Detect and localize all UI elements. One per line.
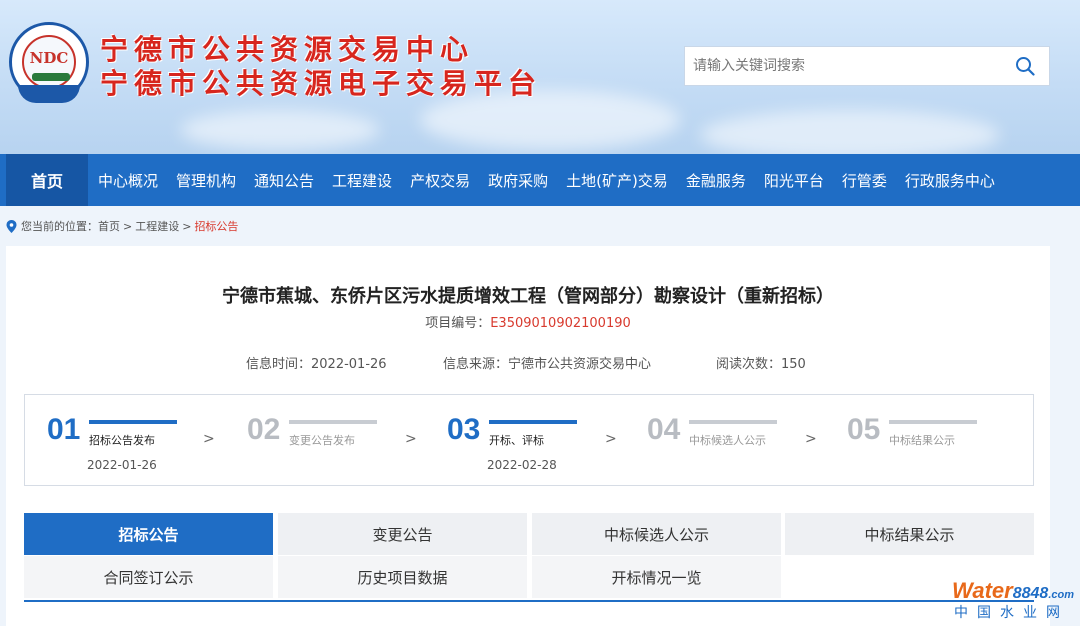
tab-award-result[interactable]: 中标结果公示 [785, 513, 1034, 555]
tab-change-announcement[interactable]: 变更公告 [278, 513, 527, 555]
step-label: 开标、评标 [489, 434, 544, 447]
step-label: 中标结果公示 [889, 434, 955, 447]
search-input[interactable] [685, 47, 1005, 85]
step-date: 2022-01-26 [87, 458, 157, 472]
watermark-brand-c: .com [1048, 589, 1075, 601]
site-logo[interactable]: NDC [9, 22, 89, 103]
step-number: 01 [47, 413, 81, 446]
step-number: 04 [647, 413, 681, 446]
tabs-underline [24, 600, 1034, 602]
header-cloud-decoration [700, 110, 1000, 154]
tab-bid-announcement[interactable]: 招标公告 [24, 513, 273, 555]
step-02[interactable]: 02 变更公告发布 [247, 413, 427, 473]
breadcrumb-item-current: 招标公告 [194, 220, 239, 233]
step-bar [489, 420, 577, 424]
nav-item-sunshine-platform[interactable]: 阳光平台 [764, 170, 824, 191]
site-header: NDC 宁德市公共资源交易中心 宁德市公共资源电子交易平台 [0, 0, 1080, 154]
step-bar [89, 420, 177, 424]
step-04[interactable]: 04 中标候选人公示 [647, 413, 827, 473]
tab-candidate-publicity[interactable]: 中标候选人公示 [532, 513, 781, 555]
step-label: 中标候选人公示 [689, 434, 766, 447]
step-label: 变更公告发布 [289, 434, 355, 447]
watermark-logo: Water8848.com 中国水业网 [948, 576, 1080, 626]
step-03[interactable]: 03 开标、评标 2022-02-28 [447, 413, 627, 473]
nav-item-government-procurement[interactable]: 政府采购 [488, 170, 548, 191]
watermark-brand: Water8848.com [952, 578, 1074, 604]
project-number-label: 项目编号： [425, 316, 491, 331]
chevron-right-icon: > [203, 431, 215, 447]
project-number-value: E3509010902100190 [490, 316, 631, 331]
step-bar [889, 420, 977, 424]
search-box [684, 46, 1050, 86]
info-source: 信息来源：宁德市公共资源交易中心 [443, 357, 652, 372]
nav-item-management[interactable]: 管理机构 [176, 170, 236, 191]
step-bar [289, 420, 377, 424]
logo-base [32, 73, 70, 81]
nav-item-admin-committee[interactable]: 行管委 [842, 170, 887, 191]
breadcrumb-prefix: 您当前的位置： [21, 220, 98, 233]
step-number: 03 [447, 413, 481, 446]
nav-item-center-overview[interactable]: 中心概况 [98, 170, 158, 191]
breadcrumb-separator: > [123, 219, 133, 233]
step-number: 05 [847, 413, 881, 446]
logo-emblem: NDC [22, 35, 76, 89]
nav-item-notices[interactable]: 通知公告 [254, 170, 314, 191]
step-number: 02 [247, 413, 281, 446]
announcement-title: 宁德市蕉城、东侨片区污水提质增效工程（管网部分）勘察设计（重新招标） [222, 286, 834, 307]
logo-wave [18, 85, 80, 103]
step-label: 招标公告发布 [89, 434, 155, 447]
nav-item-property-trading[interactable]: 产权交易 [410, 170, 470, 191]
watermark-brand-a: Water [952, 578, 1013, 603]
location-pin-icon [6, 219, 17, 233]
site-title-sub: 宁德市公共资源电子交易平台 [100, 67, 543, 100]
info-time: 信息时间：2022-01-26 [246, 357, 387, 372]
tab-bid-opening-overview[interactable]: 开标情况一览 [532, 556, 781, 598]
nav-item-land-trading[interactable]: 土地(矿产)交易 [566, 170, 668, 191]
announcement-panel: 宁德市蕉城、东侨片区污水提质增效工程（管网部分）勘察设计（重新招标） 项目编号：… [6, 246, 1050, 626]
tab-contract-signing[interactable]: 合同签订公示 [24, 556, 273, 598]
nav-item-home[interactable]: 首页 [6, 154, 88, 206]
breadcrumb-separator: > [182, 219, 192, 233]
nav-item-engineering[interactable]: 工程建设 [332, 170, 392, 191]
step-05[interactable]: 05 中标结果公示 [847, 413, 1027, 473]
nav-items: 中心概况 管理机构 通知公告 工程建设 产权交易 政府采购 土地(矿产)交易 金… [88, 154, 1003, 206]
breadcrumb: 您当前的位置： 首页 > 工程建设 > 招标公告 [6, 218, 238, 234]
search-icon[interactable] [1015, 56, 1035, 76]
step-bar [689, 420, 777, 424]
read-count: 阅读次数：150 [716, 357, 806, 372]
chevron-right-icon: > [805, 431, 817, 447]
header-cloud-decoration [180, 110, 380, 150]
progress-steps: 01 招标公告发布 2022-01-26 > 02 变更公告发布 > 03 开标… [24, 394, 1034, 486]
main-nav: 首页 中心概况 管理机构 通知公告 工程建设 产权交易 政府采购 土地(矿产)交… [0, 154, 1080, 206]
breadcrumb-item-engineering[interactable]: 工程建设 [135, 218, 179, 234]
chevron-right-icon: > [405, 431, 417, 447]
project-number: 项目编号：E3509010902100190 [6, 312, 1050, 331]
logo-letters: NDC [29, 49, 69, 67]
nav-item-financial-services[interactable]: 金融服务 [686, 170, 746, 191]
breadcrumb-item-home[interactable]: 首页 [98, 218, 120, 234]
step-01[interactable]: 01 招标公告发布 2022-01-26 [47, 413, 227, 473]
tab-historical-data[interactable]: 历史项目数据 [278, 556, 527, 598]
watermark-brand-b: 8848 [1012, 585, 1049, 602]
nav-item-admin-service-center[interactable]: 行政服务中心 [905, 170, 995, 191]
chevron-right-icon: > [605, 431, 617, 447]
watermark-cn: 中国水业网 [954, 605, 1069, 621]
step-date: 2022-02-28 [487, 458, 557, 472]
